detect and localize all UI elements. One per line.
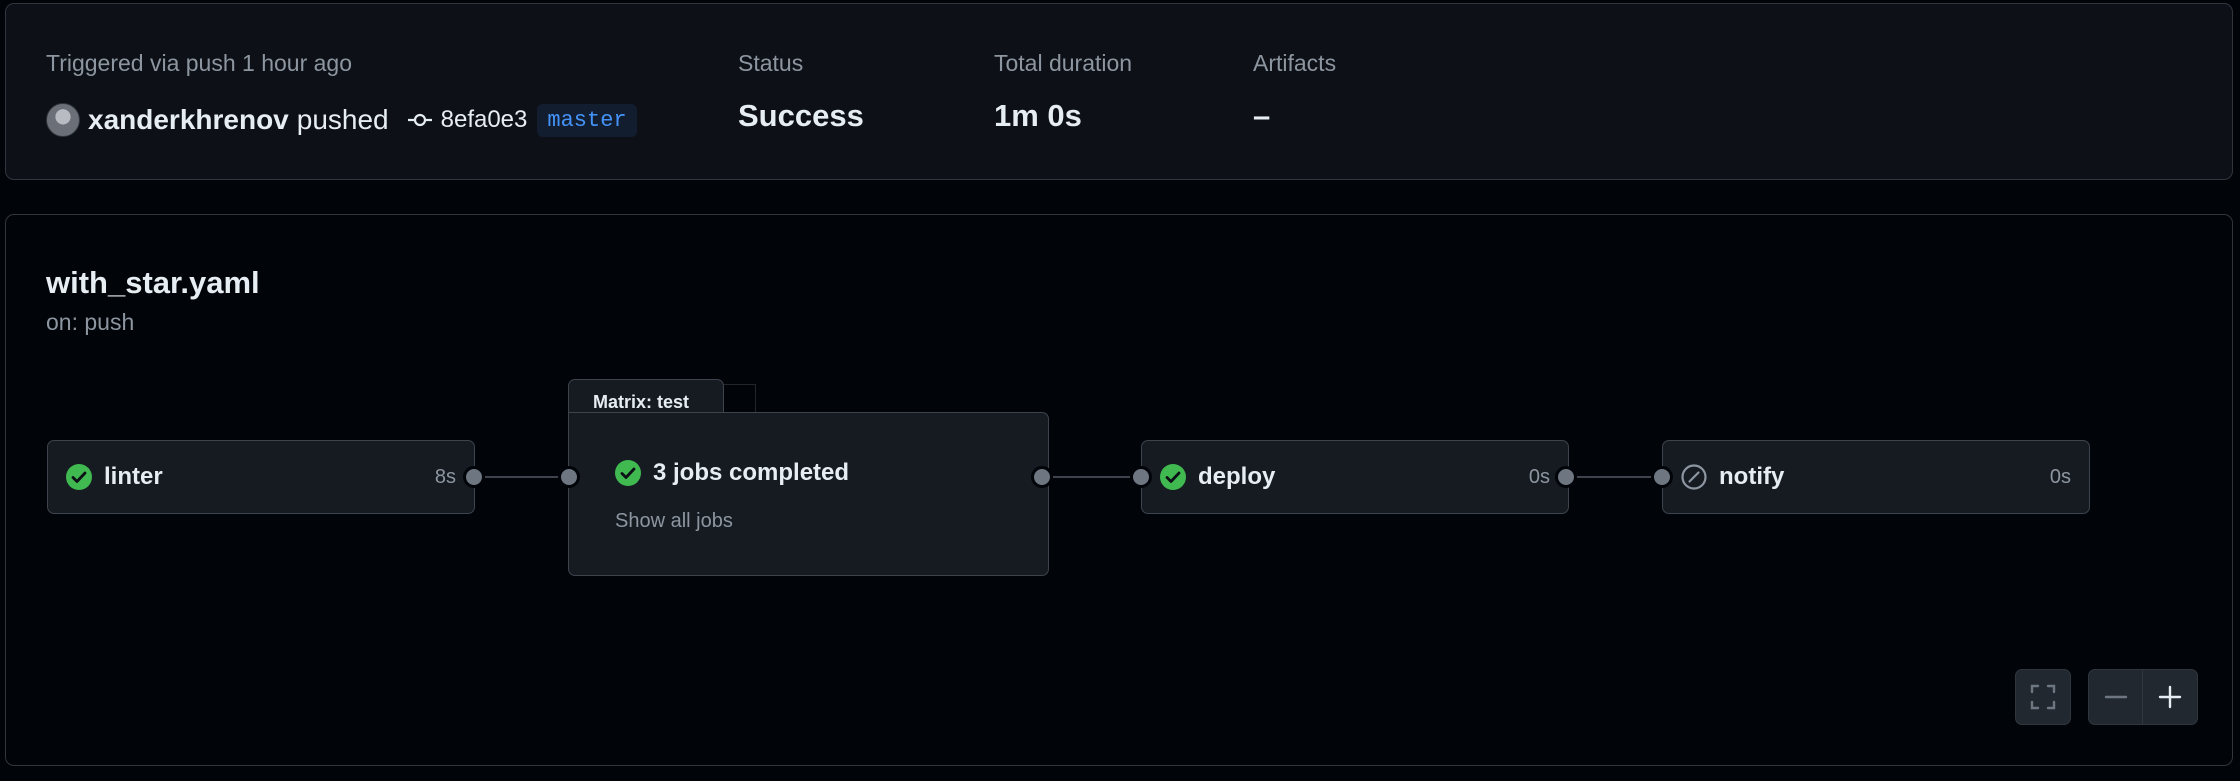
- avatar[interactable]: [46, 103, 80, 137]
- job-duration: 0s: [2049, 465, 2071, 488]
- show-all-jobs-link[interactable]: Show all jobs: [615, 510, 733, 533]
- action-text: pushed: [296, 104, 389, 135]
- matrix-summary[interactable]: 3 jobs completed: [615, 459, 849, 487]
- check-circle-icon: [66, 464, 92, 490]
- job-duration: 0s: [1528, 465, 1550, 488]
- run-summary: Triggered via push 1 hour ago xanderkhre…: [5, 3, 2233, 180]
- test-in-port: [558, 466, 580, 488]
- check-circle-icon: [1160, 464, 1186, 490]
- minus-icon: [2103, 684, 2129, 710]
- matrix-tab: Matrix: test: [568, 379, 724, 413]
- job-deploy[interactable]: deploy 0s: [1141, 440, 1569, 514]
- duration-label: Total duration: [994, 50, 1133, 76]
- trigger-text: Triggered via push 1 hour ago: [46, 50, 353, 76]
- branch-badge[interactable]: master: [537, 103, 637, 137]
- workflow-trigger: on: push: [46, 309, 135, 335]
- skipped-icon: [1681, 464, 1707, 490]
- artifacts-label: Artifacts: [1253, 50, 1337, 76]
- job-duration: 8s: [434, 465, 456, 488]
- commit-icon: [407, 112, 433, 128]
- notify-in-port: [1651, 466, 1673, 488]
- matrix-summary-text: 3 jobs completed: [653, 459, 850, 486]
- actor-link[interactable]: xanderkhrenov: [88, 104, 289, 136]
- zoom-out-button[interactable]: [2088, 669, 2143, 725]
- job-notify[interactable]: notify 0s: [1662, 440, 2090, 514]
- status-label: Status: [738, 50, 804, 76]
- matrix-notch: [724, 384, 756, 412]
- check-circle-icon: [615, 460, 641, 486]
- job-name: notify: [1719, 463, 1785, 490]
- workflow-file-title: with_star.yaml: [46, 265, 260, 300]
- job-linter[interactable]: linter 8s: [47, 440, 475, 514]
- deploy-out-port: [1555, 466, 1577, 488]
- commit-sha-link[interactable]: 8efa0e3: [441, 106, 528, 134]
- linter-out-port: [463, 466, 485, 488]
- artifacts-value: –: [1253, 98, 1271, 133]
- zoom-in-button[interactable]: [2142, 669, 2198, 725]
- deploy-in-port: [1130, 466, 1152, 488]
- trigger-details: xanderkhrenov pushed 8efa0e3 master: [46, 100, 637, 140]
- matrix-test-group[interactable]: 3 jobs completed Show all jobs: [568, 412, 1049, 576]
- fullscreen-icon: [2029, 683, 2057, 711]
- job-name: linter: [104, 463, 163, 490]
- matrix-title: Matrix: test: [593, 392, 690, 412]
- plus-icon: [2157, 684, 2183, 710]
- test-out-port: [1031, 466, 1053, 488]
- duration-value: 1m 0s: [994, 98, 1082, 133]
- job-name: deploy: [1198, 463, 1276, 490]
- status-value: Success: [738, 98, 864, 133]
- workflow-graph: with_star.yaml on: push linter 8s Matrix…: [5, 214, 2233, 766]
- fullscreen-button[interactable]: [2015, 669, 2071, 725]
